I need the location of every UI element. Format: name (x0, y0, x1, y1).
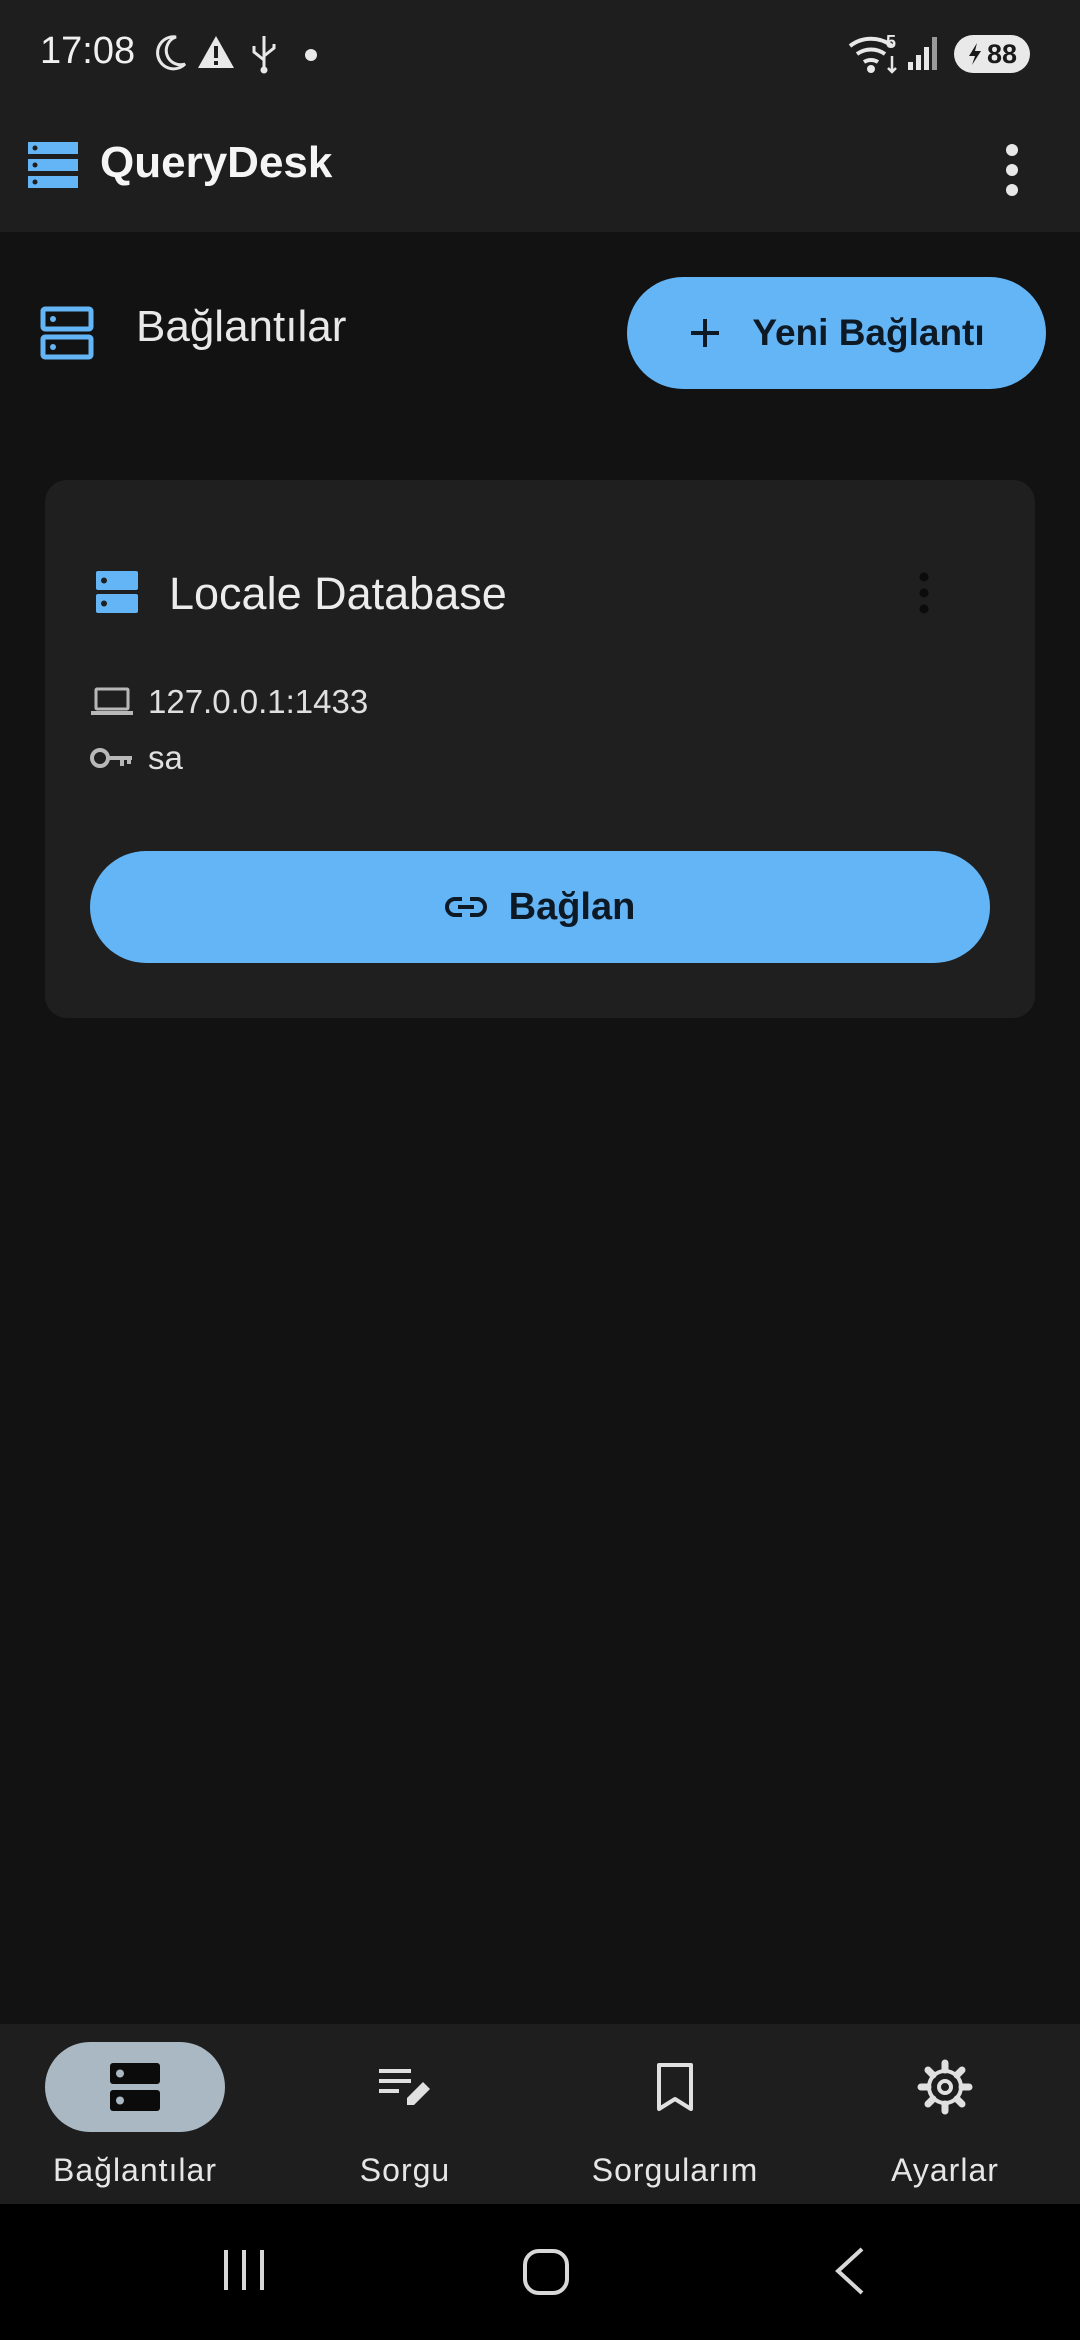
usb-icon (252, 36, 276, 74)
cellular-signal-icon (908, 37, 937, 70)
section-title: Bağlantılar (136, 302, 347, 351)
connection-name: Locale Database (169, 568, 507, 619)
dns-icon (110, 2063, 160, 2111)
nav-item-query[interactable]: Sorgu (270, 2042, 540, 2202)
nav-active-indicator (45, 2042, 225, 2132)
nav-label-connections: Bağlantılar (53, 2152, 217, 2188)
warning-icon (198, 36, 234, 68)
connect-label: Bağlan (508, 885, 636, 928)
connection-card[interactable]: Locale Database 127.0.0.1:1433 sa Bağlan (45, 480, 1035, 1018)
nav-item-connections[interactable]: Bağlantılar (0, 2042, 270, 2202)
system-navigation-bar (0, 2204, 1080, 2340)
link-icon (444, 897, 487, 917)
bookmark-icon (657, 2063, 693, 2111)
more-vert-icon[interactable] (1000, 140, 1024, 200)
notification-dot-icon (305, 49, 317, 61)
nav-label-query: Sorgu (359, 2152, 451, 2188)
back-icon[interactable] (832, 2246, 866, 2296)
new-connection-label: Yeni Bağlantı (752, 312, 985, 353)
connect-button[interactable]: Bağlan (90, 851, 990, 963)
user-row: sa (90, 736, 183, 780)
battery-indicator: 88 (954, 35, 1030, 73)
connection-more-vert-icon[interactable] (916, 572, 932, 614)
nav-label-saved-queries: Sorgularım (591, 2152, 759, 2188)
database-icon (96, 571, 138, 613)
gear-icon (917, 2059, 973, 2115)
app-title: QueryDesk (100, 138, 333, 187)
app-bar: QueryDesk (0, 110, 1080, 232)
recent-apps-icon[interactable] (220, 2248, 268, 2292)
charging-bolt-icon (968, 43, 981, 65)
status-time: 17:08 (40, 30, 136, 72)
battery-level: 88 (986, 38, 1018, 69)
home-icon[interactable] (522, 2248, 570, 2296)
bottom-navigation: Bağlantılar Sorgu Sorgularım Ayarlar (0, 2024, 1080, 2204)
nav-item-saved-queries[interactable]: Sorgularım (540, 2042, 810, 2202)
database-icon (28, 142, 78, 188)
host-row: 127.0.0.1:1433 (90, 680, 368, 724)
status-bar: 17:08 5 88 (0, 0, 1080, 110)
new-connection-button[interactable]: Yeni Bağlantı (627, 277, 1046, 389)
nav-label-settings: Ayarlar (891, 2152, 999, 2188)
nav-item-settings[interactable]: Ayarlar (810, 2042, 1080, 2202)
laptop-icon (91, 687, 133, 715)
plus-icon (691, 319, 720, 347)
key-icon (90, 748, 132, 768)
host-value: 127.0.0.1:1433 (148, 683, 369, 720)
connections-section-icon (40, 306, 94, 360)
edit-note-icon (379, 2069, 430, 2105)
network-badge: 5 (886, 32, 897, 52)
user-value: sa (148, 739, 183, 776)
do-not-disturb-moon-icon (156, 35, 187, 71)
